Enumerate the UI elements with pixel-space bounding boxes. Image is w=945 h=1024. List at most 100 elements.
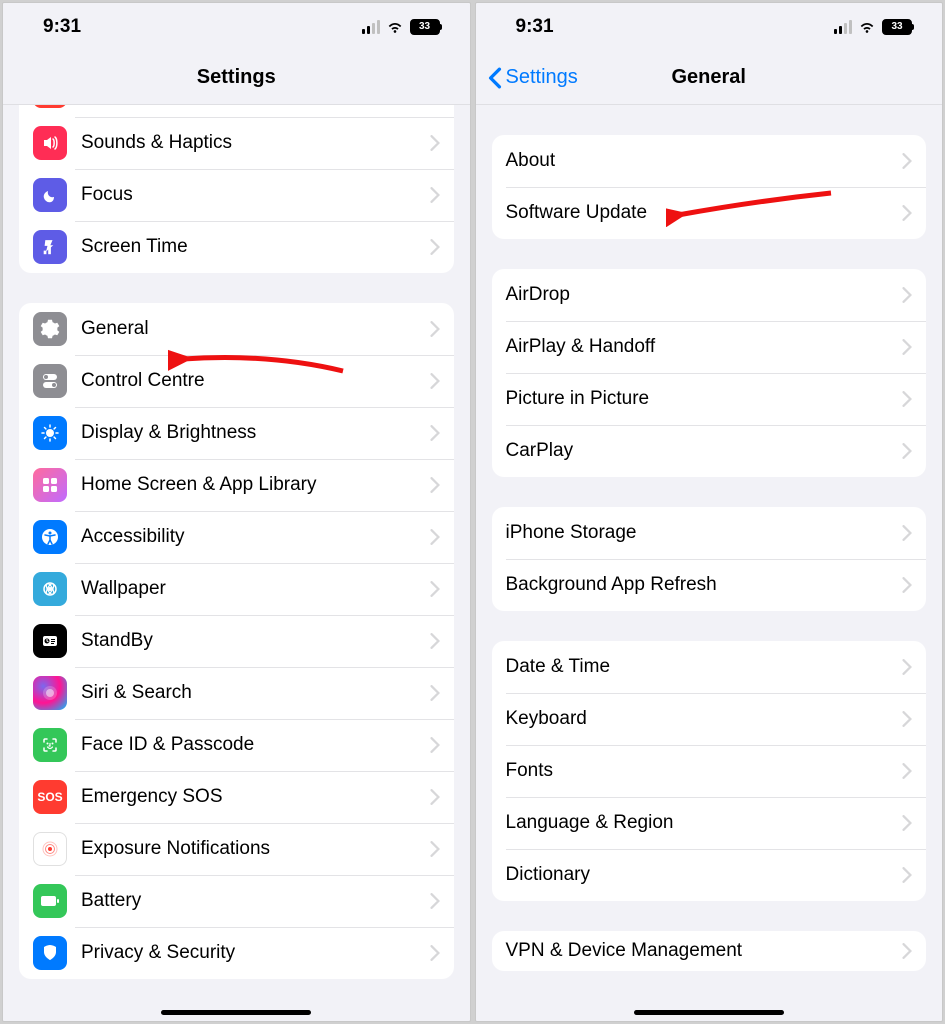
general-row[interactable]: Keyboard bbox=[492, 693, 927, 745]
general-row[interactable]: Dictionary bbox=[492, 849, 927, 901]
chevron-right-icon bbox=[902, 153, 912, 169]
chevron-right-icon bbox=[430, 477, 440, 493]
chevron-right-icon bbox=[430, 841, 440, 857]
sounds-icon bbox=[33, 126, 67, 160]
row-label: Keyboard bbox=[506, 708, 903, 730]
general-row[interactable]: CarPlay bbox=[492, 425, 927, 477]
settings-row-sounds[interactable]: Sounds & Haptics bbox=[19, 117, 454, 169]
exposure-icon bbox=[33, 832, 67, 866]
settings-row-control-centre[interactable]: Control Centre bbox=[19, 355, 454, 407]
settings-row-focus[interactable]: Focus bbox=[19, 169, 454, 221]
row-label: Language & Region bbox=[506, 812, 903, 834]
status-indicators: 33 bbox=[362, 19, 440, 35]
row-label: General bbox=[81, 318, 430, 340]
row-label: Face ID & Passcode bbox=[81, 734, 430, 756]
page-title: General bbox=[672, 66, 746, 89]
general-row[interactable]: Picture in Picture bbox=[492, 373, 927, 425]
display-icon bbox=[33, 416, 67, 450]
chevron-right-icon bbox=[902, 205, 912, 221]
chevron-right-icon bbox=[902, 339, 912, 355]
screentime-icon bbox=[33, 230, 67, 264]
cellular-icon bbox=[362, 20, 380, 34]
general-row[interactable]: AirPlay & Handoff bbox=[492, 321, 927, 373]
general-screen: 9:31 33 Settings General About Software U… bbox=[475, 2, 944, 1022]
chevron-right-icon bbox=[430, 425, 440, 441]
chevron-right-icon bbox=[430, 373, 440, 389]
status-indicators: 33 bbox=[834, 19, 912, 35]
general-row[interactable]: Fonts bbox=[492, 745, 927, 797]
row-label: Home Screen & App Library bbox=[81, 474, 430, 496]
settings-row-privacy[interactable]: Privacy & Security bbox=[19, 927, 454, 979]
wifi-icon bbox=[386, 20, 404, 34]
row-label: Privacy & Security bbox=[81, 942, 430, 964]
row-label: Wallpaper bbox=[81, 578, 430, 600]
settings-row-faceid[interactable]: Face ID & Passcode bbox=[19, 719, 454, 771]
chevron-right-icon bbox=[902, 659, 912, 675]
settings-row-exposure[interactable]: Exposure Notifications bbox=[19, 823, 454, 875]
back-label: Settings bbox=[506, 66, 578, 89]
chevron-right-icon bbox=[430, 685, 440, 701]
row-label: Siri & Search bbox=[81, 682, 430, 704]
row-label: Date & Time bbox=[506, 656, 903, 678]
settings-row-battery[interactable]: Battery bbox=[19, 875, 454, 927]
clock: 9:31 bbox=[516, 16, 554, 38]
battery-icon: 33 bbox=[882, 19, 912, 35]
settings-group: iPhone Storage Background App Refresh bbox=[492, 507, 927, 611]
chevron-right-icon bbox=[902, 577, 912, 593]
settings-row-standby[interactable]: StandBy bbox=[19, 615, 454, 667]
row-label: iPhone Storage bbox=[506, 522, 903, 544]
general-row[interactable]: iPhone Storage bbox=[492, 507, 927, 559]
general-row[interactable]: Date & Time bbox=[492, 641, 927, 693]
settings-row-wallpaper[interactable]: Wallpaper bbox=[19, 563, 454, 615]
chevron-right-icon bbox=[430, 321, 440, 337]
settings-row-homescreen[interactable]: Home Screen & App Library bbox=[19, 459, 454, 511]
settings-row[interactable] bbox=[19, 105, 454, 117]
settings-row-screentime[interactable]: Screen Time bbox=[19, 221, 454, 273]
wallpaper-icon bbox=[33, 572, 67, 606]
general-row[interactable]: VPN & Device Management bbox=[492, 931, 927, 971]
row-label: Focus bbox=[81, 184, 430, 206]
chevron-right-icon bbox=[430, 893, 440, 909]
status-bar: 9:31 33 bbox=[476, 3, 943, 51]
settings-list[interactable]: Sounds & Haptics Focus Screen Time Gene bbox=[3, 105, 470, 1021]
settings-row-gear[interactable]: General bbox=[19, 303, 454, 355]
settings-group: VPN & Device Management bbox=[492, 931, 927, 971]
chevron-right-icon bbox=[430, 135, 440, 151]
back-button[interactable]: Settings bbox=[488, 66, 578, 89]
chevron-right-icon bbox=[430, 529, 440, 545]
general-row[interactable]: Software Update bbox=[492, 187, 927, 239]
row-label: Screen Time bbox=[81, 236, 430, 258]
settings-group: General Control Centre Display & Brightnes… bbox=[19, 303, 454, 979]
settings-row-accessibility[interactable]: Accessibility bbox=[19, 511, 454, 563]
wifi-icon bbox=[858, 20, 876, 34]
gear-icon bbox=[33, 312, 67, 346]
accessibility-icon bbox=[33, 520, 67, 554]
battery-icon bbox=[33, 884, 67, 918]
standby-icon bbox=[33, 624, 67, 658]
row-label: Software Update bbox=[506, 202, 903, 224]
row-label: Accessibility bbox=[81, 526, 430, 548]
settings-row-siri[interactable]: Siri & Search bbox=[19, 667, 454, 719]
battery-icon: 33 bbox=[410, 19, 440, 35]
row-label: Control Centre bbox=[81, 370, 430, 392]
settings-row-sos[interactable]: SOSEmergency SOS bbox=[19, 771, 454, 823]
chevron-right-icon bbox=[430, 633, 440, 649]
row-label: Picture in Picture bbox=[506, 388, 903, 410]
chevron-right-icon bbox=[430, 945, 440, 961]
general-row[interactable]: Background App Refresh bbox=[492, 559, 927, 611]
row-label: Display & Brightness bbox=[81, 422, 430, 444]
homescreen-icon bbox=[33, 468, 67, 502]
row-label: Dictionary bbox=[506, 864, 903, 886]
chevron-left-icon bbox=[488, 67, 502, 89]
home-indicator[interactable] bbox=[161, 1010, 311, 1015]
general-list[interactable]: About Software Update AirDropAirPlay & Ha… bbox=[476, 105, 943, 1021]
home-indicator[interactable] bbox=[634, 1010, 784, 1015]
row-label: Fonts bbox=[506, 760, 903, 782]
general-row[interactable]: About bbox=[492, 135, 927, 187]
row-label: VPN & Device Management bbox=[506, 940, 903, 962]
settings-row-display[interactable]: Display & Brightness bbox=[19, 407, 454, 459]
general-row[interactable]: Language & Region bbox=[492, 797, 927, 849]
cellular-icon bbox=[834, 20, 852, 34]
chevron-right-icon bbox=[430, 187, 440, 203]
general-row[interactable]: AirDrop bbox=[492, 269, 927, 321]
